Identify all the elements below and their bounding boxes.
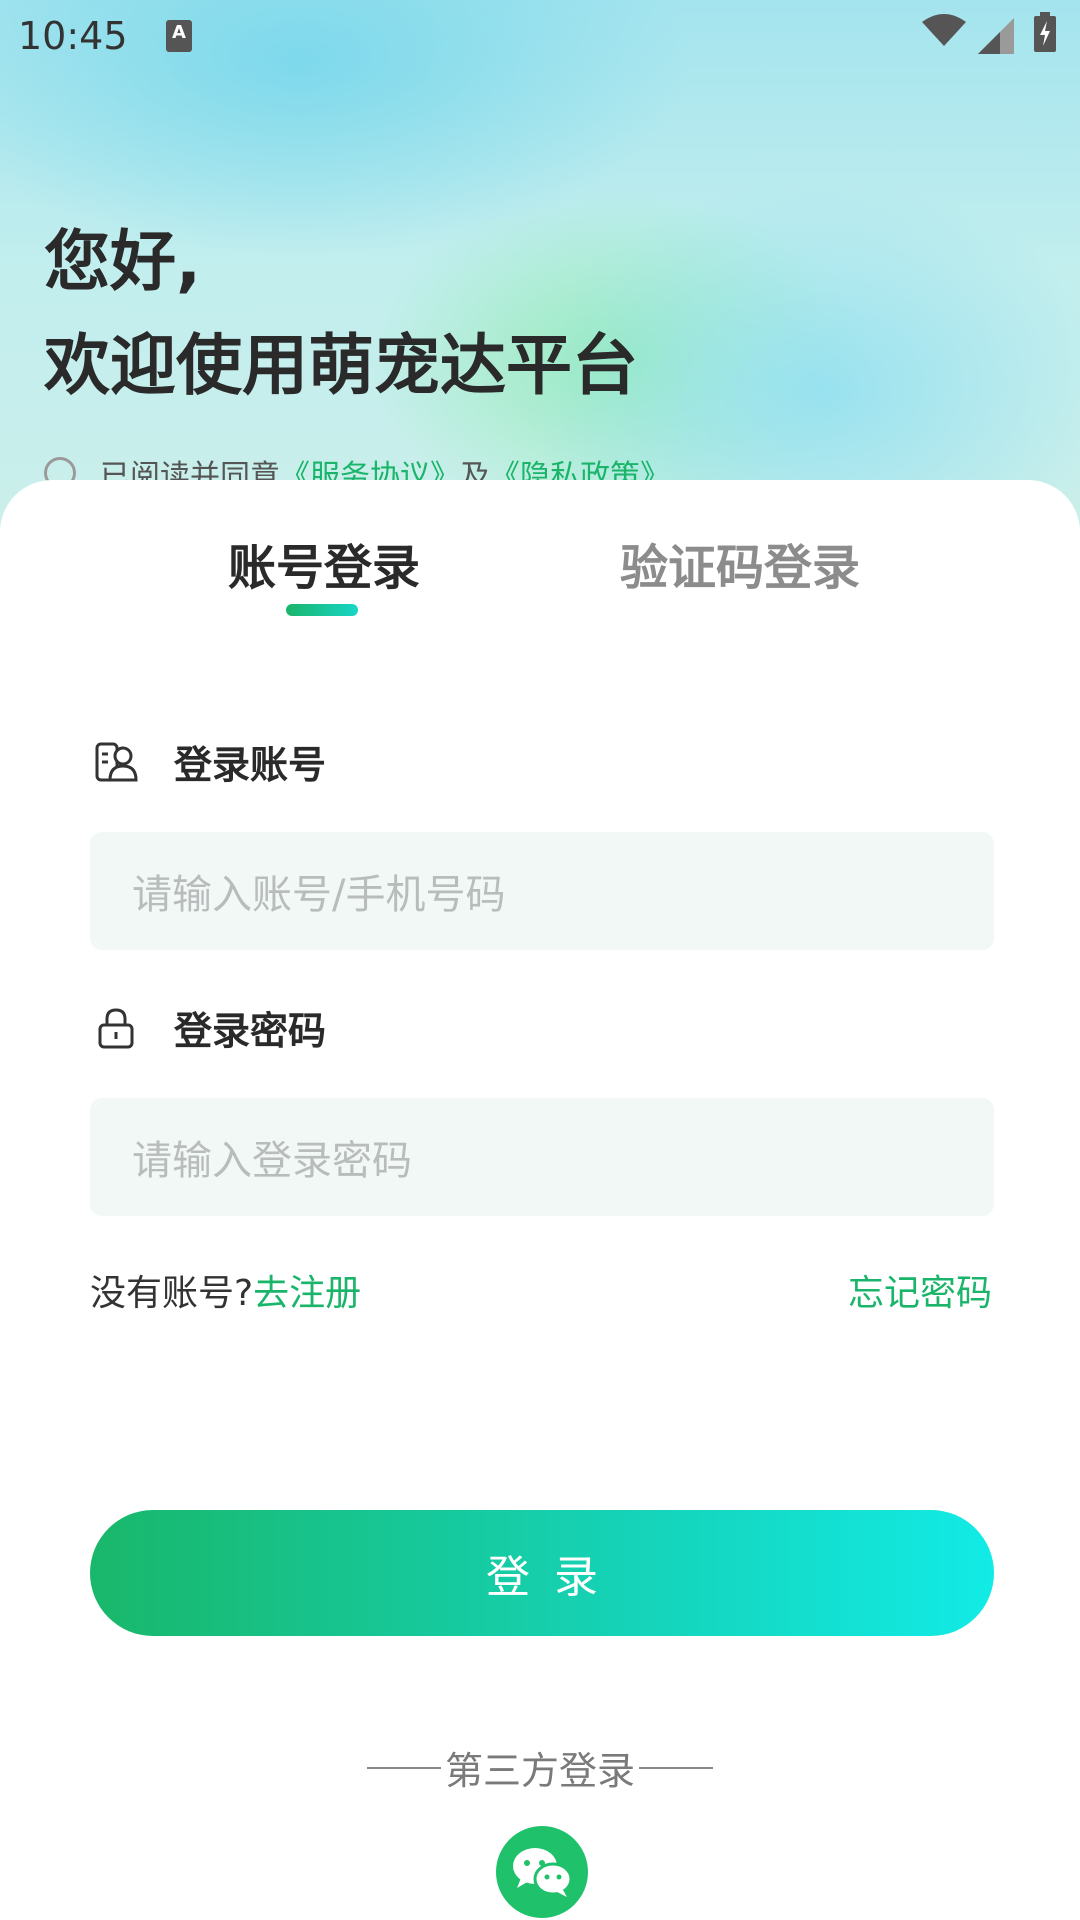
password-input[interactable]: 请输入登录密码 [90,1098,994,1216]
battery-charging-icon [1034,12,1056,52]
third-party-label: 第三方登录 [444,1749,635,1793]
tab-account-login[interactable]: 账号登录 [228,528,420,598]
password-label: 登录密码 [174,1009,327,1053]
wechat-icon [513,1848,573,1897]
register-prompt: 没有账号? [90,1273,254,1314]
greeting-hello: 您好, [44,223,202,300]
account-input[interactable]: 请输入账号/手机号码 [90,832,994,950]
third-party-divider: 第三方登录 [0,1740,1080,1795]
login-button[interactable]: 登录 [90,1510,994,1636]
wechat-login-button[interactable] [496,1826,588,1918]
account-placeholder: 请输入账号/手机号码 [132,872,506,918]
wifi-icon [922,14,966,46]
account-label-row: 登录账号 [94,734,326,789]
keyboard-a-icon: A [166,20,192,52]
register-link[interactable]: 去注册 [253,1273,361,1314]
login-button-label: 登录 [486,1552,622,1603]
account-label: 登录账号 [174,743,327,787]
register-row: 没有账号?去注册 [90,1264,361,1316]
account-icon [95,742,138,781]
signal-icon [978,18,1014,54]
forgot-password-link[interactable]: 忘记密码 [848,1264,992,1316]
tab-code-login[interactable]: 验证码登录 [620,528,860,598]
password-label-row: 登录密码 [94,1000,326,1055]
password-placeholder: 请输入登录密码 [132,1138,412,1184]
lock-icon [98,1007,134,1048]
divider-line-right [639,1766,713,1769]
status-time: 10:45 [18,14,128,58]
status-bar: 10:45 A [0,0,1080,76]
greeting-welcome: 欢迎使用萌宠达平台 [44,327,638,404]
divider-line-left [366,1766,441,1769]
active-tab-indicator [286,604,358,616]
